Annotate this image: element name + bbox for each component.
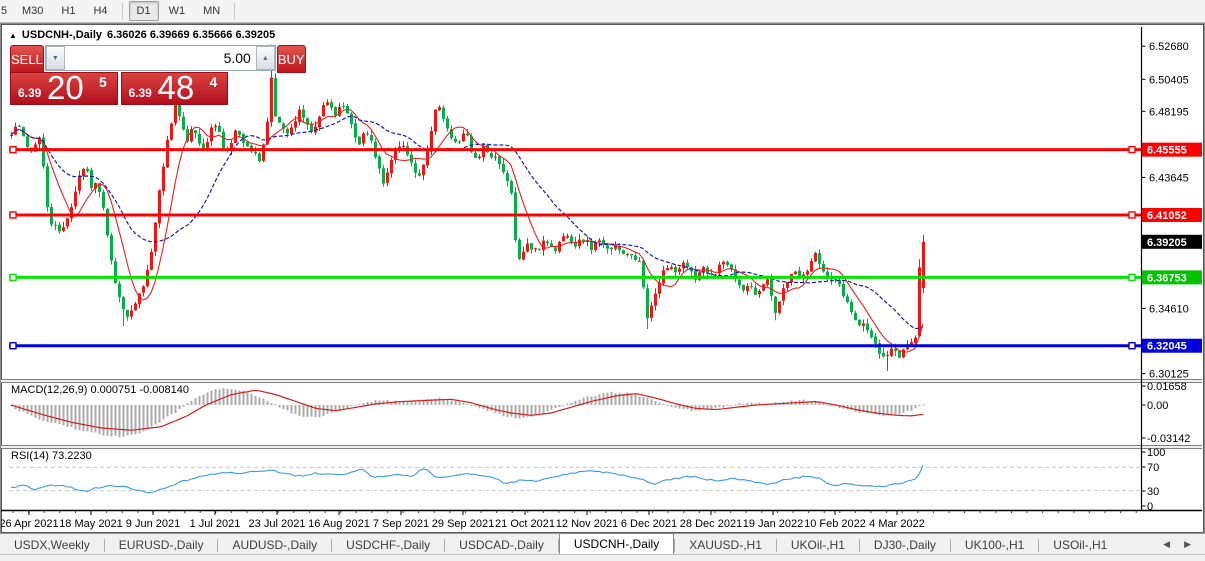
chart-tab-dj30-daily[interactable]: DJ30-,Daily — [860, 536, 950, 555]
price-level-tag: 6.41052 — [1147, 210, 1187, 222]
buy-button[interactable]: BUY — [276, 45, 306, 73]
price-axis-tick: 6.30125 — [1149, 369, 1189, 381]
date-axis-label: 4 Mar 2022 — [869, 518, 925, 530]
price-axis-tick: 6.34610 — [1149, 304, 1189, 316]
date-axis-label: 18 May 2021 — [59, 518, 123, 530]
volume-decrease-button[interactable]: ▼ — [45, 46, 65, 70]
price-axis-tick: 6.52680 — [1149, 41, 1189, 53]
date-axis-label: 10 Feb 2022 — [804, 518, 866, 530]
chart-tab-bar: USDX,Weekly EURUSD-,Daily AUDUSD-,Daily USD… — [0, 533, 1205, 555]
volume-increase-button[interactable]: ▲ — [255, 46, 275, 70]
chart-ohlc-values: 6.36026 6.39669 6.35666 6.39205 — [107, 29, 276, 41]
chart-tab-usdchf-daily[interactable]: USDCHF-,Daily — [332, 536, 444, 555]
chart-tab-eurusd-daily[interactable]: EURUSD-,Daily — [105, 536, 218, 555]
date-axis-label: 7 Sep 2021 — [373, 518, 429, 530]
toolbar-separator — [121, 3, 123, 19]
rsi-axis-tick: 0 — [1147, 501, 1153, 513]
volume-input[interactable] — [64, 46, 256, 70]
price-level-tag: 6.39205 — [1147, 237, 1187, 249]
date-axis-label: 6 Dec 2021 — [621, 518, 677, 530]
chart-tab-usdcnh-daily[interactable]: USDCNH-,Daily — [558, 533, 675, 555]
date-axis-label: 28 Dec 2021 — [680, 518, 742, 530]
timeframe-button-H4[interactable]: H4 — [85, 1, 115, 21]
price-level-tag: 6.45555 — [1147, 145, 1187, 157]
collapse-arrow-icon[interactable]: ▲ — [9, 31, 17, 40]
chart-title: ▲ USDCNH-,Daily 6.36026 6.39669 6.35666 … — [9, 29, 275, 41]
timeframe-toolbar: 5 M30 H1 H4 D1 W1 MN — [0, 0, 1205, 23]
chart-symbol-label: USDCNH-,Daily — [21, 29, 102, 41]
date-axis-label: 19 Jan 2022 — [743, 518, 804, 530]
price-axis-tick: 6.43645 — [1149, 172, 1189, 184]
rsi-axis-tick: 70 — [1147, 462, 1159, 474]
macd-axis-tick: 0.00 — [1147, 400, 1168, 412]
chart-tab-audusd-daily[interactable]: AUDUSD-,Daily — [218, 536, 331, 555]
date-axis-label: 23 Jul 2021 — [249, 518, 306, 530]
date-axis-label: 29 Sep 2021 — [432, 518, 494, 530]
timeframe-button-M30[interactable]: M30 — [14, 1, 51, 21]
chart-window: 6.52680 6.50405 6.48195 6.43645 6.34610 6.301… — [0, 23, 1205, 534]
rsi-indicator-label: RSI(14) 73.2230 — [11, 450, 92, 462]
timeframe-button-5[interactable]: 5 — [0, 1, 12, 21]
date-axis-label: 1 Jul 2021 — [190, 518, 241, 530]
date-axis-label: 12 Nov 2021 — [556, 518, 618, 530]
mt4-terminal: 5 M30 H1 H4 D1 W1 MN 6.52680 6.50405 6.48195 6.43… — [0, 0, 1205, 561]
macd-axis-tick: -0.03142 — [1147, 433, 1190, 445]
tab-scroll-right-icon[interactable]: ▶ — [1184, 539, 1191, 550]
buy-price-prefix: 6.39 — [128, 86, 152, 100]
sell-button[interactable]: SELL — [10, 45, 44, 73]
macd-indicator-label: MACD(12,26,9) 0.000751 -0.008140 — [11, 384, 189, 396]
rsi-axis-tick: 30 — [1147, 486, 1159, 498]
volume-stepper: ▼ ▲ — [44, 45, 276, 71]
timeframe-button-MN[interactable]: MN — [195, 1, 228, 21]
date-axis-label: 16 Aug 2021 — [308, 518, 370, 530]
timeframe-button-D1[interactable]: D1 — [128, 1, 159, 21]
price-axis-tick: 6.48195 — [1149, 106, 1189, 118]
timeframe-button-H1[interactable]: H1 — [53, 1, 83, 21]
one-click-trade-panel: SELL ▼ ▲ BUY 6.39 20 5 6.39 48 4 — [10, 45, 306, 106]
chart-tab-usoil-h1[interactable]: USOil-,H1 — [1039, 536, 1121, 555]
chart-tab-ukoil-h1[interactable]: UKOil-,H1 — [777, 536, 859, 555]
rsi-axis-tick: 100 — [1147, 447, 1165, 459]
chart-tab-uk100-h1[interactable]: UK100-,H1 — [951, 536, 1038, 555]
toolbar-separator — [234, 3, 236, 19]
date-axis-label: 9 Jun 2021 — [126, 518, 180, 530]
chart-tab-usdcad-daily[interactable]: USDCAD-,Daily — [445, 536, 558, 555]
price-level-tag: 6.36753 — [1147, 272, 1187, 284]
status-strip — [0, 554, 1205, 561]
chart-tab-xauusd-h1[interactable]: XAUUSD-,H1 — [675, 536, 776, 555]
buy-price-pip: 4 — [209, 74, 218, 90]
date-axis-label: 21 Oct 2021 — [495, 518, 555, 530]
sell-price-prefix: 6.39 — [18, 86, 42, 100]
chart-tab-usdx-weekly[interactable]: USDX,Weekly — [0, 536, 104, 555]
sell-price-pip: 5 — [99, 74, 107, 90]
buy-price-main: 48 — [157, 69, 195, 106]
sell-price-main: 20 — [47, 69, 84, 106]
price-level-tag: 6.32045 — [1147, 341, 1187, 353]
sell-price-box[interactable]: 6.39 20 5 — [10, 69, 118, 106]
timeframe-button-W1[interactable]: W1 — [161, 1, 194, 21]
date-axis-label: 26 Apr 2021 — [1, 518, 59, 530]
tab-scroll-left-icon[interactable]: ◀ — [1163, 539, 1170, 550]
macd-axis-tick: 0.01658 — [1147, 381, 1187, 393]
price-axis-tick: 6.50405 — [1149, 74, 1189, 86]
buy-price-box[interactable]: 6.39 48 4 — [120, 69, 228, 106]
